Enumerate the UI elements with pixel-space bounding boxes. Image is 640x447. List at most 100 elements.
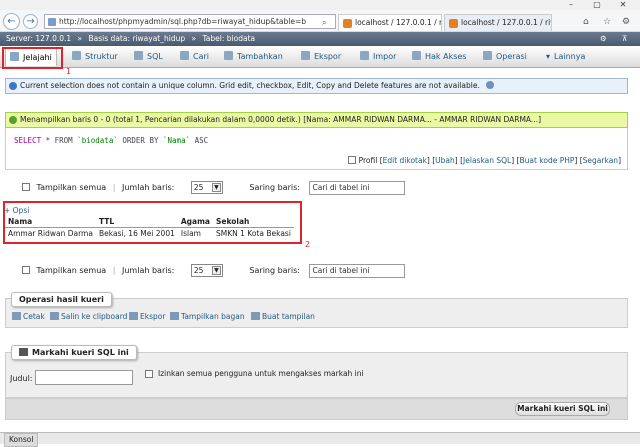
divider: | — [112, 266, 116, 275]
back-icon[interactable]: ← — [3, 13, 20, 30]
rows-value: 25 — [193, 266, 204, 275]
help-icon[interactable] — [486, 81, 495, 89]
import-icon — [360, 51, 369, 60]
sql-query-text[interactable]: SELECT * FROM `biodata` ORDER BY `Nama` … — [14, 136, 208, 145]
browser-tab-2[interactable]: localhost / 127.0.0.1 / riwa... — [444, 14, 552, 31]
tab-label: Impor — [373, 52, 397, 61]
show-all-checkbox[interactable] — [22, 266, 30, 274]
bookmark-shared-checkbox[interactable] — [145, 370, 153, 378]
bookmark-icon — [19, 348, 28, 356]
bookmark-title-text: Markahi kueri SQL ini — [32, 348, 129, 357]
phpmyadmin-favicon-icon — [343, 19, 352, 28]
tab-import[interactable]: Impor — [360, 48, 396, 66]
breadcrumb-server[interactable]: Server: 127.0.0.1 — [6, 34, 71, 43]
column-header-ttl[interactable]: TTL — [95, 216, 178, 228]
rows-value: 25 — [193, 183, 204, 192]
breadcrumb: Server: 127.0.0.1 » Basis data: riwayat_… — [0, 32, 640, 46]
profil-checkbox[interactable] — [348, 156, 357, 164]
create-view-link[interactable]: Buat tampilan — [251, 312, 315, 321]
chevron-down-icon: ▼ — [211, 266, 221, 275]
sql-fragment: * FROM — [41, 136, 78, 145]
settings-icon[interactable]: ⚙ — [622, 17, 630, 27]
settings-gear-icon[interactable]: ⚙ — [600, 32, 607, 46]
explain-sql-link[interactable]: Jelaskan SQL — [463, 156, 511, 165]
home-icon[interactable]: ⌂ — [583, 17, 589, 27]
edit-link[interactable]: Ubah — [435, 156, 455, 165]
search-icon[interactable]: ⌕ — [322, 18, 326, 28]
success-notice-text: Menampilkan baris 0 - 0 (total 1, Pencar… — [20, 115, 542, 124]
rows-select[interactable]: 25 ▼ — [190, 264, 223, 277]
options-toggle[interactable]: + Opsi — [4, 206, 29, 215]
inline-edit-link[interactable]: Edit dikotak — [383, 156, 427, 165]
tab-label: SQL — [147, 52, 163, 61]
tab-sql[interactable]: SQL — [134, 48, 163, 66]
maximize-icon[interactable]: ▢ — [586, 0, 608, 10]
tab-label: Operasi — [496, 52, 527, 61]
tab-search[interactable]: Cari — [180, 48, 209, 66]
browser-tab-1[interactable]: localhost / 127.0.0.1 / riwayat... — [338, 14, 442, 31]
tab-insert[interactable]: Tambahkan — [224, 48, 283, 66]
action-label: Ekspor — [140, 312, 166, 321]
console-button[interactable]: Konsol — [4, 433, 39, 447]
bookmark-label-input[interactable] — [35, 370, 133, 385]
close-icon[interactable]: ✕ — [612, 0, 634, 10]
display-chart-link[interactable]: Tampilkan bagan — [170, 312, 245, 321]
phpmyadmin-favicon-icon — [449, 19, 458, 28]
show-all-label: Tampilkan semua — [36, 266, 107, 275]
tab-label: Tambahkan — [237, 52, 283, 61]
sql-table: `biodata` — [77, 136, 118, 145]
tab-structure[interactable]: Struktur — [72, 48, 118, 66]
column-header-agama[interactable]: Agama — [177, 216, 213, 228]
cell-ttl: Bekasi, 16 Mei 2001 — [98, 229, 175, 239]
bookmark-label-field-label: Judul: — [10, 374, 33, 383]
breadcrumb-table[interactable]: Tabel: biodata — [202, 34, 255, 43]
console-bar: Konsol — [0, 432, 640, 447]
tab-export[interactable]: Ekspor — [301, 48, 341, 66]
minimize-icon[interactable]: – — [560, 0, 582, 10]
info-icon — [9, 82, 17, 90]
navigation-controls-top: Tampilkan semua | Jumlah baris: 25 ▼ Sari… — [22, 180, 405, 196]
sql-column: `Nama` — [163, 136, 191, 145]
rows-select[interactable]: 25 ▼ — [190, 181, 223, 194]
chart-icon — [170, 312, 179, 320]
annotation-box-1 — [2, 47, 63, 69]
show-all-checkbox[interactable] — [22, 183, 30, 191]
export-link[interactable]: Ekspor — [129, 312, 165, 321]
structure-icon — [72, 51, 81, 60]
column-header-sekolah[interactable]: Sekolah — [213, 216, 294, 228]
sql-fragment: ORDER BY — [117, 136, 164, 145]
info-notice-text: Current selection does not contain a uni… — [20, 81, 480, 90]
view-icon — [251, 312, 260, 320]
tab-label: Cari — [193, 52, 209, 61]
filter-input[interactable]: Cari di tabel ini — [308, 263, 405, 278]
sql-icon — [134, 51, 143, 60]
print-link[interactable]: Cetak — [12, 312, 45, 321]
annotation-label-2: 2 — [305, 240, 311, 249]
cell-nama: Ammar Ridwan Darma — [8, 229, 93, 239]
search-icon — [180, 51, 189, 60]
collapse-icon[interactable]: ⊼ — [622, 32, 628, 46]
create-php-link[interactable]: Buat kode PHP — [519, 156, 574, 165]
tab-more[interactable]: ▾ Lainnya — [546, 48, 585, 66]
filter-input[interactable]: Cari di tabel ini — [308, 180, 405, 195]
tab-privileges[interactable]: Hak Akses — [412, 48, 466, 66]
rows-label: Jumlah baris: — [122, 266, 175, 275]
tab-label: localhost / 127.0.0.1 / riwayat... — [355, 18, 442, 27]
breadcrumb-database[interactable]: Basis data: riwayat_hidup — [89, 34, 186, 43]
address-bar[interactable]: http://localhost/phpmyadmin/sql.php?db=r… — [44, 14, 336, 29]
bookmark-submit-button[interactable]: Markahi kueri SQL ini — [515, 402, 610, 416]
privileges-icon — [412, 51, 421, 60]
favorites-icon[interactable]: ☆ — [603, 17, 611, 27]
cell-sekolah: SMKN 1 Kota Bekasi — [216, 229, 291, 239]
chevron-down-icon: ▾ — [546, 52, 551, 61]
rows-label: Jumlah baris: — [122, 183, 175, 192]
browser-toolbar: ← → http://localhost/phpmyadmin/sql.php?… — [0, 10, 640, 32]
check-icon — [9, 116, 17, 124]
page-icon — [48, 18, 56, 26]
copy-clipboard-link[interactable]: Salin ke clipboard — [50, 312, 127, 321]
column-header-nama[interactable]: Nama — [5, 216, 96, 228]
tab-operations[interactable]: Operasi — [483, 48, 527, 66]
refresh-link[interactable]: Segarkan — [583, 156, 618, 165]
forward-icon[interactable]: → — [23, 14, 38, 29]
query-operations-title: Operasi hasil kueri — [11, 292, 112, 307]
